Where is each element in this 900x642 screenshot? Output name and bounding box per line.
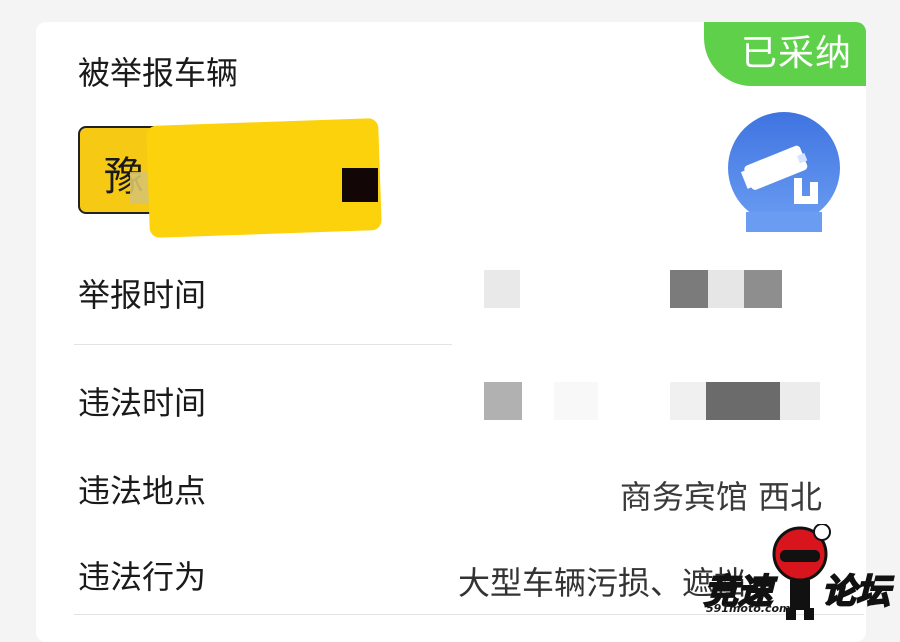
violation-time-value-mosaic (484, 382, 824, 422)
forum-watermark: 竞速 论坛 591moto.com (703, 524, 900, 628)
violation-action-value: 大型车辆污损、遮挡 (457, 564, 746, 602)
violation-location-value: 商务宾馆 西北 (619, 478, 822, 516)
plate-redaction-block (342, 168, 378, 202)
license-plate: 豫 (78, 117, 382, 239)
row-divider (74, 344, 452, 345)
reported-vehicle-title: 被举报车辆 (78, 54, 239, 92)
violation-location-label: 违法地点 (78, 472, 207, 510)
violation-action-label: 违法行为 (78, 558, 207, 596)
watermark-site: 591moto.com (706, 602, 791, 615)
report-time-value-mosaic (484, 270, 784, 310)
watermark-text-right: 论坛 (821, 571, 891, 613)
status-badge: 已采纳 (704, 22, 866, 86)
report-time-label: 举报时间 (78, 276, 207, 314)
surveillance-camera-icon (728, 112, 840, 232)
violation-time-label: 违法时间 (78, 384, 207, 422)
